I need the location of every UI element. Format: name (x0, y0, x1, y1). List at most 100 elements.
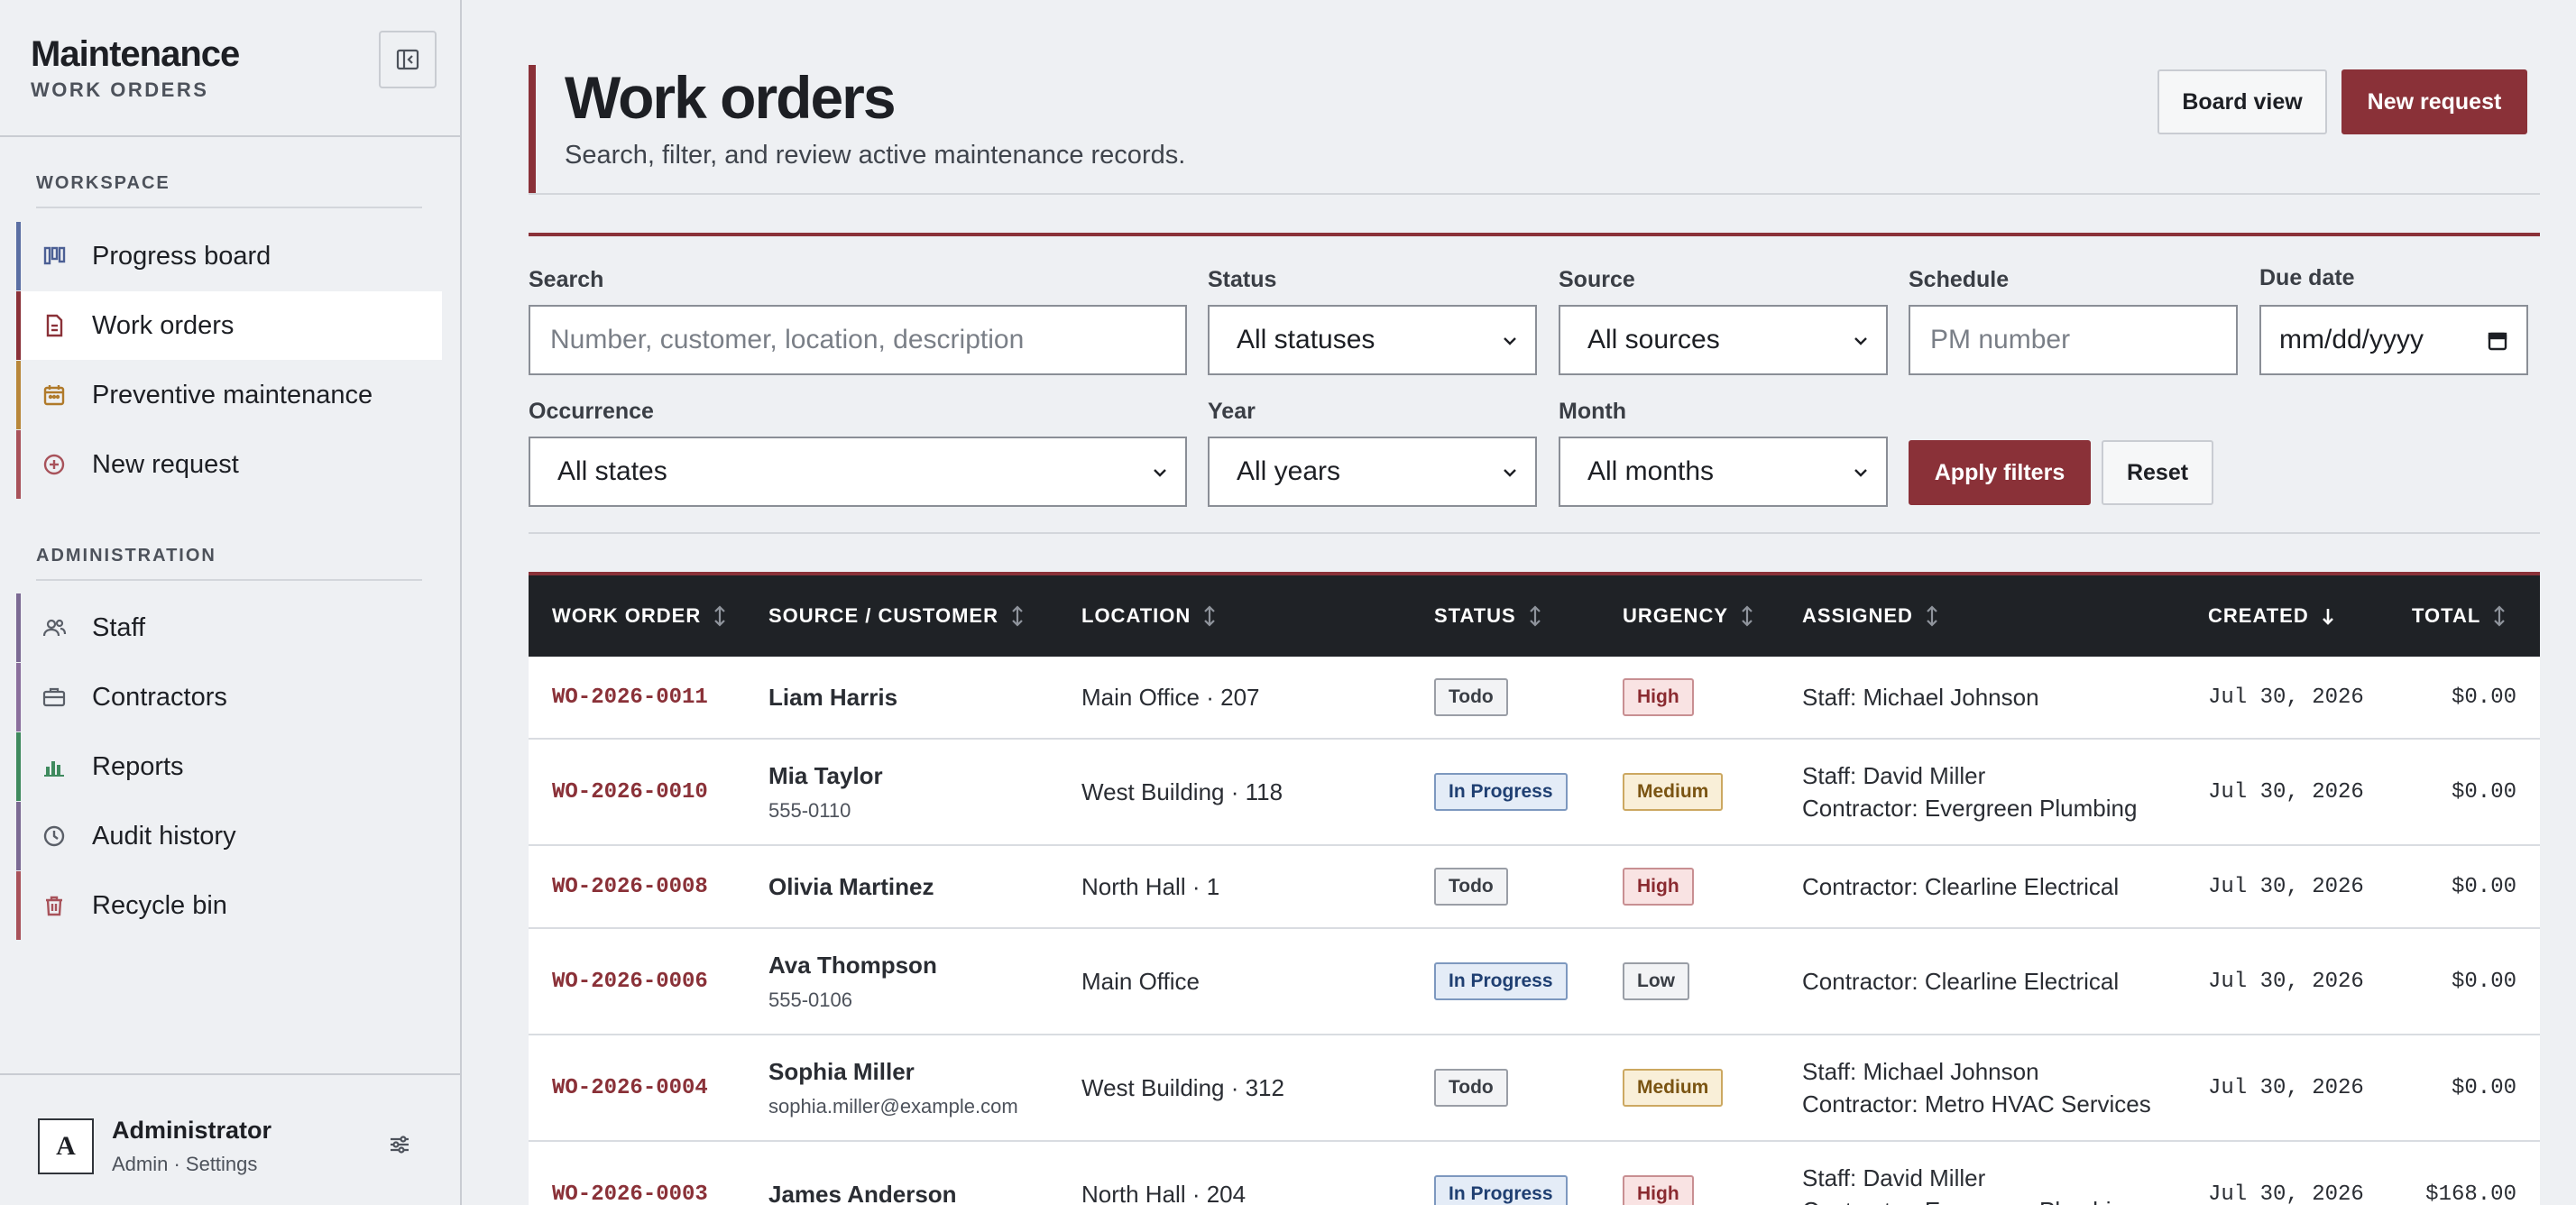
created-date: Jul 30, 2026 (2208, 1182, 2364, 1205)
sidebar-item-staff[interactable]: Staff (16, 593, 442, 662)
status-select-value: All statuses (1237, 325, 1375, 354)
sidebar-item-audit-history[interactable]: Audit history (16, 802, 442, 870)
sort-icon (1009, 604, 1026, 628)
column-header-label: ASSIGNED (1802, 604, 1913, 627)
assigned-line: Contractor: Clearline Electrical (1802, 873, 2120, 900)
urgency-badge: High (1623, 1175, 1694, 1205)
schedule-input[interactable]: PM number (1909, 305, 2238, 375)
column-header-assigned[interactable]: ASSIGNED (1802, 575, 1940, 657)
source-select[interactable]: All sources (1559, 305, 1888, 375)
year-select[interactable]: All years (1208, 437, 1537, 507)
sidebar-item-progress-board[interactable]: Progress board (16, 222, 442, 290)
table-row[interactable]: WO-2026-0006 Ava Thompson 555-0106 Main … (529, 929, 2540, 1035)
table-header: WORK ORDER SOURCE / CUSTOMER LOCATION ST… (529, 572, 2540, 657)
customer-name: James Anderson (768, 1180, 957, 1205)
sidebar-item-new-request[interactable]: New request (16, 430, 442, 499)
sliders-icon (391, 1136, 409, 1154)
column-header-total[interactable]: TOTAL (2412, 575, 2507, 657)
sidebar-item-contractors[interactable]: Contractors (16, 663, 442, 731)
month-select[interactable]: All months (1559, 437, 1888, 507)
occurrence-select-value: All states (557, 456, 667, 486)
new-request-button[interactable]: New request (2341, 69, 2527, 134)
total-amount: $0.00 (2451, 779, 2516, 805)
sort-descending-icon (2320, 604, 2336, 628)
customer-contact: 555-0110 (768, 798, 851, 822)
column-header-source-customer[interactable]: SOURCE / CUSTOMER (768, 575, 1026, 657)
column-header-status[interactable]: STATUS (1434, 575, 1543, 657)
column-header-work-order[interactable]: WORK ORDER (552, 575, 728, 657)
board-view-button[interactable]: Board view (2157, 69, 2327, 134)
administration-section-label: ADMINISTRATION (36, 546, 216, 566)
table-row[interactable]: WO-2026-0008 Olivia Martinez North Hall … (529, 846, 2540, 929)
calendar-picker-icon[interactable] (2487, 330, 2508, 352)
work-order-link[interactable]: WO-2026-0004 (552, 1076, 708, 1100)
chevron-down-icon (1154, 469, 1166, 477)
assigned-line: Contractor: Clearline Electrical (1802, 968, 2120, 995)
table-row[interactable]: WO-2026-0004 Sophia Miller sophia.miller… (529, 1035, 2540, 1142)
status-select[interactable]: All statuses (1208, 305, 1537, 375)
location: North Hall · 204 (1081, 1180, 1247, 1205)
year-select-value: All years (1237, 456, 1341, 486)
brand: Maintenance WORK ORDERS (31, 34, 240, 102)
assigned-line: Staff: David Miller (1802, 762, 1986, 789)
column-header-location[interactable]: LOCATION (1081, 575, 1218, 657)
status-badge: In Progress (1434, 1175, 1568, 1205)
location: West Building · 118 (1081, 777, 1283, 805)
page-subtitle: Search, filter, and review active mainte… (565, 141, 1186, 170)
assigned-line: Staff: Michael Johnson (1802, 684, 2039, 711)
sidebar-divider (0, 135, 462, 137)
sidebar-item-preventive-maintenance[interactable]: Preventive maintenance (16, 361, 442, 429)
sidebar-item-reports[interactable]: Reports (16, 732, 442, 801)
work-order-link[interactable]: WO-2026-0010 (552, 780, 708, 805)
page-title: Work orders (565, 64, 897, 131)
column-header-label: WORK ORDER (552, 604, 702, 627)
user-panel: A Administrator Admin · Settings (0, 1073, 462, 1205)
schedule-label: Schedule (1909, 267, 2010, 292)
customer-contact: sophia.miller@example.com (768, 1094, 1018, 1118)
customer-name: Ava Thompson (768, 951, 937, 979)
reset-filters-button[interactable]: Reset (2102, 440, 2213, 505)
sidebar-item-recycle-bin[interactable]: Recycle bin (16, 871, 442, 940)
month-select-value: All months (1587, 456, 1715, 486)
sidebar-item-label: Audit history (92, 821, 236, 851)
sort-icon (2491, 604, 2507, 628)
table-row[interactable]: WO-2026-0010 Mia Taylor 555-0110 West Bu… (529, 740, 2540, 846)
sort-icon (1201, 604, 1218, 628)
sidebar: Maintenance WORK ORDERS WORKSPACE Progre… (0, 0, 462, 1205)
sort-icon (1739, 604, 1755, 628)
created-date: Jul 30, 2026 (2208, 779, 2364, 805)
header-accent-bar (529, 65, 536, 195)
column-header-label: CREATED (2208, 604, 2309, 627)
customer-contact: 555-0106 (768, 988, 852, 1011)
table-row[interactable]: WO-2026-0003 James Anderson North Hall ·… (529, 1142, 2540, 1205)
column-header-created[interactable]: CREATED (2208, 575, 2336, 657)
total-amount: $168.00 (2425, 1182, 2516, 1205)
user-role: Admin · Settings (112, 1153, 258, 1175)
work-order-link[interactable]: WO-2026-0006 (552, 970, 708, 994)
work-order-link[interactable]: WO-2026-0003 (552, 1182, 708, 1205)
sidebar-item-label: Contractors (92, 682, 227, 712)
source-select-value: All sources (1587, 325, 1720, 354)
sidebar-item-label: Preventive maintenance (92, 380, 373, 409)
month-label: Month (1559, 399, 1626, 424)
collapse-sidebar-button[interactable] (379, 31, 437, 88)
occurrence-select[interactable]: All states (529, 437, 1187, 507)
sidebar-item-label: Work orders (92, 310, 235, 340)
sidebar-item-work-orders[interactable]: Work orders (16, 291, 442, 360)
search-input[interactable]: Number, customer, location, description (529, 305, 1187, 375)
urgency-badge: High (1623, 868, 1694, 906)
column-header-label: SOURCE / CUSTOMER (768, 604, 998, 627)
created-date: Jul 30, 2026 (2208, 685, 2364, 710)
user-name: Administrator (112, 1117, 272, 1144)
due-date-label: Due date (2259, 265, 2355, 290)
status-badge: Todo (1434, 868, 1508, 906)
apply-filters-button[interactable]: Apply filters (1909, 440, 2091, 505)
table-row[interactable]: WO-2026-0011 Liam Harris Main Office · 2… (529, 657, 2540, 740)
sort-icon (1924, 604, 1940, 628)
work-order-link[interactable]: WO-2026-0008 (552, 875, 708, 899)
user-settings-button[interactable] (386, 1131, 413, 1158)
column-header-label: TOTAL (2412, 604, 2481, 627)
column-header-urgency[interactable]: URGENCY (1623, 575, 1755, 657)
due-date-input[interactable]: mm/dd/yyyy (2259, 305, 2528, 375)
work-order-link[interactable]: WO-2026-0011 (552, 685, 708, 710)
